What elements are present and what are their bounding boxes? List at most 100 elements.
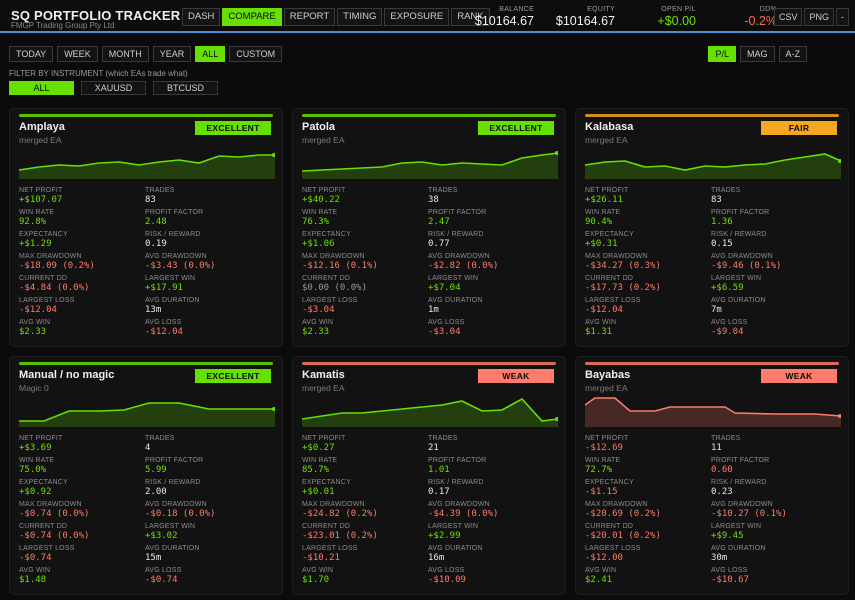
filter-all[interactable]: ALL (9, 81, 74, 95)
ea-card[interactable]: Patola merged EA EXCELLENT NET PROFIT +$40.2… (292, 108, 566, 347)
period-all[interactable]: ALL (195, 46, 226, 62)
metric-label: AVG LOSS (711, 319, 748, 326)
period-week[interactable]: WEEK (57, 46, 98, 62)
metric-label: CURRENT DD (302, 275, 351, 282)
metric: CURRENT DD $0.00 (0.0%) (302, 274, 428, 295)
metric: LARGEST WIN +$3.02 (145, 522, 275, 543)
metric-value: +$9.45 (711, 531, 744, 541)
ea-subtitle: merged EA (585, 135, 628, 145)
metric: AVG LOSS -$9.04 (711, 318, 841, 339)
metric-label: WIN RATE (302, 209, 338, 216)
metric: AVG DRAWDOWN -$10.27 (0.1%) (711, 500, 841, 521)
metric-value: -$12.04 (145, 327, 183, 337)
nav-exposure[interactable]: EXPOSURE (384, 8, 450, 26)
period-year[interactable]: YEAR (152, 46, 192, 62)
equity-sparkline (19, 153, 275, 179)
metric: LARGEST WIN +$9.45 (711, 522, 841, 543)
nav-report[interactable]: REPORT (283, 8, 336, 26)
metric-label: TRADES (428, 435, 458, 442)
sort-mag[interactable]: MAG (739, 46, 775, 62)
metric-label: AVG DRAWDOWN (145, 501, 207, 508)
metric-label: AVG WIN (19, 319, 51, 326)
period-today[interactable]: TODAY (9, 46, 54, 62)
metric-label: RISK / REWARD (145, 231, 201, 238)
equity-sparkline (19, 402, 275, 427)
metric: AVG WIN $1.31 (585, 318, 711, 339)
metric: EXPECTANCY +$0.92 (19, 478, 145, 499)
equity-sparkline (302, 397, 558, 427)
open-pl-value: +$0.00 (657, 14, 696, 28)
metric: NET PROFIT +$40.22 (302, 186, 428, 207)
metric-label: NET PROFIT (302, 435, 346, 442)
metric: PROFIT FACTOR 5.99 (145, 456, 275, 477)
metric-value: -$3.43 (0.0%) (145, 261, 216, 271)
metric-label: CURRENT DD (585, 523, 634, 530)
metric-label: WIN RATE (585, 209, 621, 216)
sort-pl[interactable]: P/L (708, 46, 736, 62)
metric-value: -$0.18 (0.0%) (145, 509, 216, 519)
metric: EXPECTANCY -$1.15 (585, 478, 711, 499)
ea-card[interactable]: Manual / no magic Magic 0 EXCELLENT NET PRO… (9, 356, 283, 595)
minimize-button[interactable]: - (836, 8, 849, 26)
balance-stat: BALANCE $10164.67 (475, 6, 534, 28)
metric-value: -$18.09 (0.2%) (19, 261, 95, 271)
metric: AVG DURATION 30m (711, 544, 841, 565)
metric: AVG DURATION 13m (145, 296, 275, 317)
metric-value: 11 (711, 443, 722, 453)
filter-xauusd[interactable]: XAUUSD (81, 81, 146, 95)
metrics-grid: NET PROFIT -$12.69 TRADES 11 WIN RATE 72.7% PR… (585, 434, 841, 587)
period-custom[interactable]: CUSTOM (229, 46, 283, 62)
metric-value: 4 (145, 443, 151, 453)
metric-value: 0.15 (711, 239, 733, 249)
metric-label: MAX DRAWDOWN (19, 253, 82, 260)
metric: EXPECTANCY +$1.29 (19, 230, 145, 251)
metric-label: LARGEST WIN (145, 523, 196, 530)
metric: AVG WIN $1.48 (19, 566, 145, 587)
metric-label: MAX DRAWDOWN (302, 501, 365, 508)
metric-label: PROFIT FACTOR (145, 457, 204, 464)
metric: WIN RATE 92.8% (19, 208, 145, 229)
metric-value: -$20.01 (0.2%) (585, 531, 661, 541)
period-selector: TODAY WEEK MONTH YEAR ALL CUSTOM (9, 46, 283, 62)
metric-label: LARGEST LOSS (585, 297, 641, 304)
metric: LARGEST LOSS -$12.04 (585, 296, 711, 317)
nav-dash[interactable]: DASH (182, 8, 221, 26)
ea-name: Kamatis (302, 369, 345, 381)
ea-card[interactable]: Kamatis merged EA WEAK NET PROFIT +$0.27 TRAD… (292, 356, 566, 595)
ea-card[interactable]: Amplaya merged EA EXCELLENT NET PROFIT +$107… (9, 108, 283, 347)
metric-value: +$0.27 (302, 443, 335, 453)
rating-badge: WEAK (761, 369, 837, 383)
metric-label: AVG LOSS (711, 567, 748, 574)
filter-btcusd[interactable]: BTCUSD (153, 81, 218, 95)
png-button[interactable]: PNG (804, 8, 834, 26)
nav-compare[interactable]: COMPARE (222, 8, 282, 26)
metric-value: $1.48 (19, 575, 47, 585)
metric-label: AVG DURATION (711, 297, 766, 304)
metric-label: RISK / REWARD (428, 231, 484, 238)
ea-name: Manual / no magic (19, 369, 115, 381)
metric-value: -$10.21 (302, 553, 340, 563)
metric-value: 76.3% (302, 217, 330, 227)
csv-button[interactable]: CSV (773, 8, 803, 26)
metric-value: 0.60 (711, 465, 733, 475)
metric: RISK / REWARD 2.00 (145, 478, 275, 499)
period-month[interactable]: MONTH (101, 46, 149, 62)
metric-value: -$0.74 (0.0%) (19, 509, 90, 519)
ea-card[interactable]: Bayabas merged EA WEAK NET PROFIT -$12.69 TRA… (575, 356, 849, 595)
metric-label: CURRENT DD (302, 523, 351, 530)
balance-label: BALANCE (499, 6, 534, 13)
metric-label: AVG WIN (302, 567, 334, 574)
metric: LARGEST LOSS -$10.21 (302, 544, 428, 565)
ea-subtitle: merged EA (302, 383, 345, 393)
metric-value: +$40.22 (302, 195, 340, 205)
nav-timing[interactable]: TIMING (337, 8, 383, 26)
metric-label: AVG LOSS (428, 567, 465, 574)
sort-az[interactable]: A-Z (778, 46, 807, 62)
metric-label: MAX DRAWDOWN (302, 253, 365, 260)
metric-label: EXPECTANCY (585, 231, 634, 238)
ea-card[interactable]: Kalabasa merged EA FAIR NET PROFIT +$26.11 TR… (575, 108, 849, 347)
metric-label: AVG DURATION (145, 297, 200, 304)
metric-value: 1.01 (428, 465, 450, 475)
metric-label: RISK / REWARD (711, 479, 767, 486)
card-accent-bar (19, 114, 273, 117)
